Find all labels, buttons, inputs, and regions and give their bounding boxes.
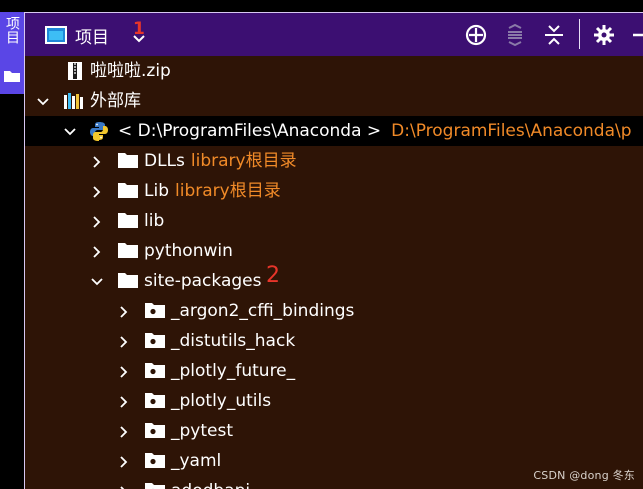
tree-item-label: 外部库 bbox=[90, 91, 141, 111]
tree-item-lib[interactable]: lib bbox=[25, 206, 643, 236]
collapse-all-icon[interactable] bbox=[542, 23, 566, 47]
package-folder-icon bbox=[144, 391, 165, 411]
tree-item-package[interactable]: _pytest bbox=[25, 416, 643, 446]
tree-item-label: _pytest bbox=[171, 421, 233, 441]
annotation-marker-2: 2 bbox=[266, 263, 280, 288]
tool-window-header: 项目 1 bbox=[24, 12, 643, 56]
tree-item-lib-upper[interactable]: Lib library根目录 bbox=[25, 176, 643, 206]
chevron-right-icon[interactable] bbox=[117, 454, 131, 468]
tree-item-label: site-packages bbox=[144, 271, 262, 291]
chevron-right-icon[interactable] bbox=[117, 364, 131, 378]
tree-item-label: _plotly_utils bbox=[171, 391, 272, 411]
header-divider bbox=[579, 19, 580, 49]
window-icon bbox=[45, 26, 67, 48]
chevron-right-icon[interactable] bbox=[90, 214, 104, 228]
tree-item-pythonwin[interactable]: pythonwin bbox=[25, 236, 643, 266]
tree-item-label: < D:\ProgramFiles\Anaconda > D:\ProgramFi… bbox=[118, 120, 632, 142]
tree-item-package[interactable]: _plotly_utils bbox=[25, 386, 643, 416]
tree-item-python-interpreter[interactable]: < D:\ProgramFiles\Anaconda > D:\ProgramFi… bbox=[25, 116, 643, 146]
python-icon bbox=[89, 121, 109, 141]
chevron-right-icon[interactable] bbox=[117, 334, 131, 348]
chevron-right-icon[interactable] bbox=[90, 244, 104, 258]
chevron-right-icon[interactable] bbox=[90, 154, 104, 168]
tree-item-label: pythonwin bbox=[144, 241, 233, 261]
tree-item-zip-file[interactable]: 啦啦啦.zip bbox=[25, 56, 643, 86]
chevron-right-icon[interactable] bbox=[117, 424, 131, 438]
tree-item-label: _plotly_future_ bbox=[171, 361, 296, 381]
folder-icon bbox=[117, 181, 138, 201]
library-icon bbox=[63, 91, 83, 111]
tree-item-label: _yaml bbox=[171, 451, 222, 471]
chevron-right-icon[interactable] bbox=[117, 304, 131, 318]
package-folder-icon bbox=[144, 301, 165, 321]
folder-icon bbox=[117, 151, 138, 171]
chevron-down-icon[interactable] bbox=[36, 94, 50, 108]
chevron-down-icon[interactable] bbox=[63, 124, 77, 138]
folder-icon bbox=[3, 68, 21, 87]
settings-icon[interactable] bbox=[592, 23, 616, 47]
chevron-right-icon[interactable] bbox=[117, 484, 131, 489]
left-tool-strip: 项目 bbox=[0, 0, 24, 489]
package-folder-icon bbox=[144, 331, 165, 351]
expand-all-icon[interactable] bbox=[503, 23, 527, 47]
tree-item-label: adodbapi bbox=[171, 480, 250, 489]
tree-item-package[interactable]: _plotly_future_ bbox=[25, 356, 643, 386]
tree-item-label: _distutils_hack bbox=[171, 331, 296, 351]
annotation-marker-1: 1 bbox=[133, 19, 145, 39]
tree-item-label: lib bbox=[144, 211, 165, 231]
tree-item-package[interactable]: _distutils_hack bbox=[25, 326, 643, 356]
view-dropdown-button[interactable]: 1 bbox=[130, 19, 150, 47]
tree-item-label: _argon2_cffi_bindings bbox=[171, 301, 355, 321]
watermark: CSDN @dong 冬东 bbox=[533, 469, 635, 482]
side-tab-label: 项目 bbox=[4, 16, 20, 44]
tree-item-dlls[interactable]: DLLs library根目录 bbox=[25, 146, 643, 176]
folder-name: Lib bbox=[144, 181, 169, 201]
tree-item-external-libraries[interactable]: 外部库 bbox=[25, 86, 643, 116]
chevron-right-icon[interactable] bbox=[117, 394, 131, 408]
folder-icon bbox=[117, 211, 138, 231]
chevron-right-icon[interactable] bbox=[90, 184, 104, 198]
tree-item-label: DLLs library根目录 bbox=[144, 150, 297, 172]
package-folder-icon bbox=[144, 361, 165, 381]
project-tool-window: 项目 项目 1 啦啦啦.zip 外部库 < D:\ProgramFiles\An… bbox=[0, 0, 643, 489]
tree-item-package[interactable]: _argon2_cffi_bindings bbox=[25, 296, 643, 326]
folder-name: DLLs bbox=[144, 151, 185, 171]
folder-icon bbox=[117, 241, 138, 261]
tree-item-label: 啦啦啦.zip bbox=[90, 61, 171, 81]
library-root-hint: library根目录 bbox=[175, 181, 281, 201]
tree-item-site-packages[interactable]: site-packages 2 bbox=[25, 263, 643, 296]
tool-window-title: 项目 bbox=[75, 28, 109, 48]
folder-icon bbox=[117, 271, 138, 291]
interpreter-name: < D:\ProgramFiles\Anaconda > bbox=[118, 121, 382, 141]
package-folder-icon bbox=[144, 451, 165, 471]
minimize-icon[interactable] bbox=[630, 23, 643, 47]
project-tree: 啦啦啦.zip 外部库 < D:\ProgramFiles\Anaconda >… bbox=[24, 56, 643, 489]
project-side-tab[interactable]: 项目 bbox=[0, 12, 24, 94]
interpreter-path: D:\ProgramFiles\Anaconda\p bbox=[391, 121, 632, 141]
locate-icon[interactable] bbox=[464, 23, 488, 47]
archive-file-icon bbox=[65, 61, 85, 81]
tree-item-label: Lib library根目录 bbox=[144, 180, 281, 202]
chevron-down-icon[interactable] bbox=[90, 274, 104, 288]
package-folder-icon bbox=[144, 421, 165, 441]
package-folder-icon bbox=[144, 481, 165, 489]
library-root-hint: library根目录 bbox=[190, 151, 297, 171]
